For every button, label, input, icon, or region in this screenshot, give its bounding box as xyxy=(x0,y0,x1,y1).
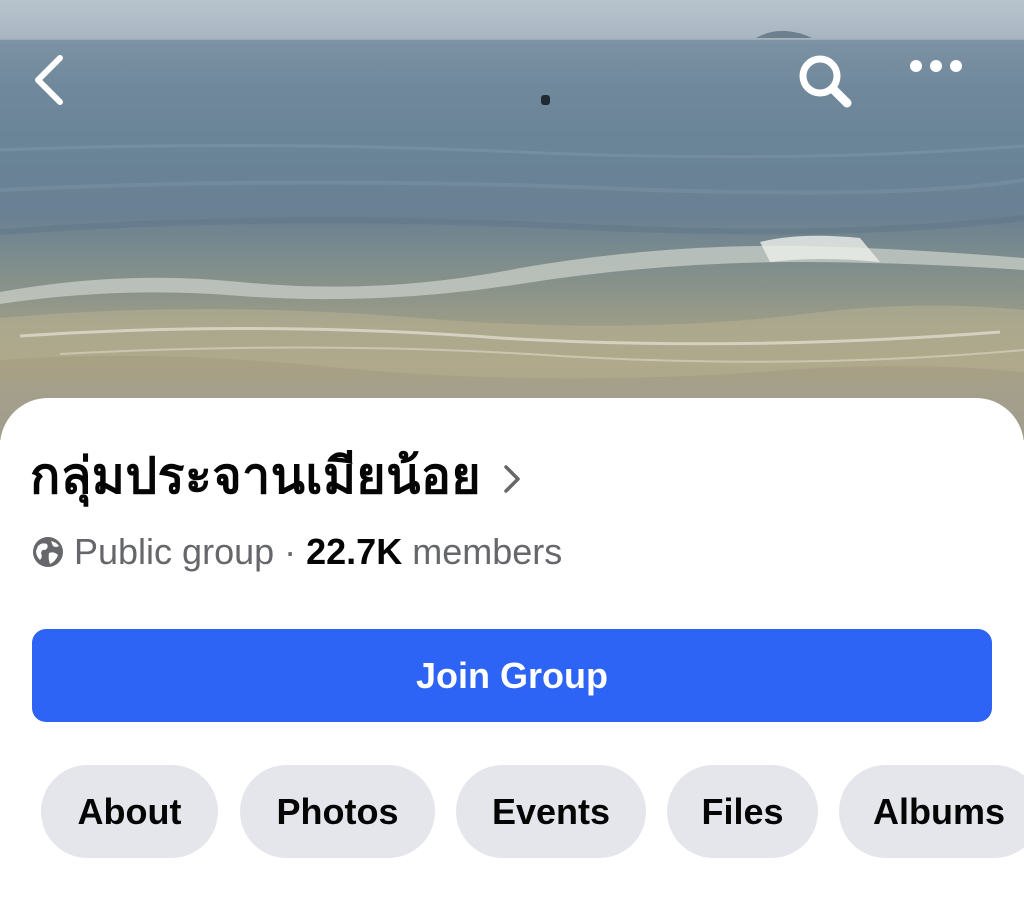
group-info-sheet: กลุ่มประจานเมียน้อย Public group · 22.7K… xyxy=(0,398,1024,898)
meta-separator: · xyxy=(284,531,297,572)
more-button[interactable] xyxy=(908,56,984,112)
group-privacy: Public group xyxy=(74,531,275,572)
group-name: กลุ่มประจานเมียน้อย xyxy=(30,447,482,505)
group-meta: Public group · 22.7K members xyxy=(32,528,562,576)
member-count[interactable]: 22.7K xyxy=(306,528,402,576)
cover-photo[interactable] xyxy=(0,0,1024,440)
chevron-right-icon xyxy=(503,464,521,494)
search-button[interactable] xyxy=(796,52,866,116)
tab-about[interactable]: About xyxy=(41,765,218,858)
tab-photos[interactable]: Photos xyxy=(240,765,435,858)
group-title-link[interactable]: กลุ่มประจานเมียน้อย xyxy=(30,436,521,516)
tab-events[interactable]: Events xyxy=(456,765,646,858)
tab-files[interactable]: Files xyxy=(667,765,818,858)
back-button[interactable] xyxy=(30,52,94,116)
cover-photo-art xyxy=(0,30,1024,440)
member-label[interactable]: members xyxy=(412,528,562,576)
group-page: กลุ่มประจานเมียน้อย Public group · 22.7K… xyxy=(0,0,1024,898)
join-group-button[interactable]: Join Group xyxy=(32,629,992,722)
group-tabs: About Photos Events Files Albums xyxy=(41,765,1024,858)
tab-albums[interactable]: Albums xyxy=(839,765,1024,858)
globe-icon xyxy=(32,536,64,568)
